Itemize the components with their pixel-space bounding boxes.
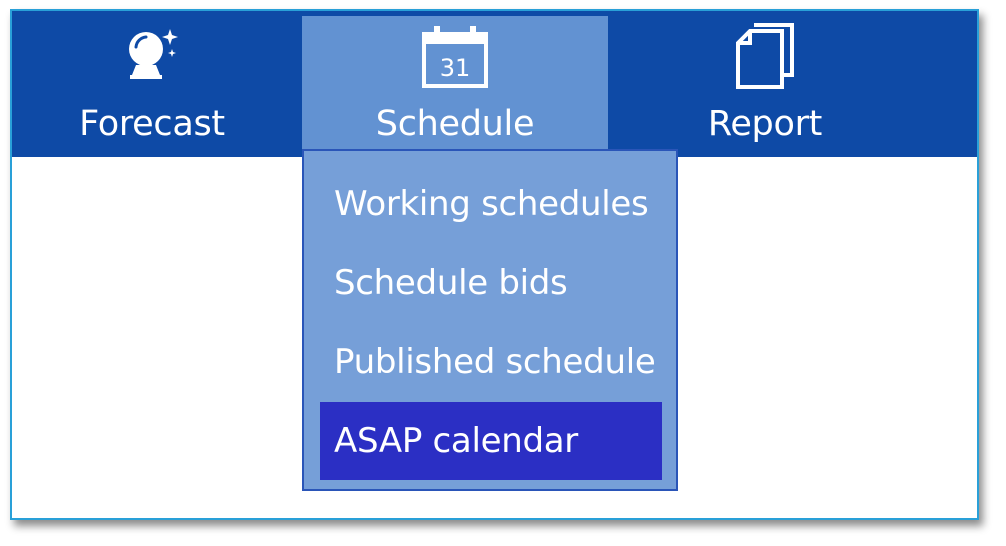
tab-forecast-label: Forecast — [79, 104, 225, 144]
menu-item-published-schedule[interactable]: Published schedule — [320, 323, 662, 401]
tab-report-label: Report — [707, 104, 823, 144]
crystal-ball-icon — [122, 25, 182, 93]
calendar-day: 31 — [440, 54, 471, 82]
tab-forecast[interactable]: Forecast — [32, 11, 272, 157]
calendar-icon: 31 — [420, 24, 490, 94]
menu-item-asap-calendar[interactable]: ASAP calendar — [320, 402, 662, 480]
schedule-dropdown-menu: Working schedules Schedule bids Publishe… — [302, 149, 678, 491]
app-frame: Forecast 31 Schedule Report Working sche… — [10, 9, 979, 520]
menu-item-schedule-bids[interactable]: Schedule bids — [320, 244, 662, 322]
tab-schedule[interactable]: 31 Schedule — [302, 16, 608, 153]
menu-item-working-schedules[interactable]: Working schedules — [320, 165, 662, 243]
documents-icon — [734, 23, 796, 95]
tab-report[interactable]: Report — [632, 11, 898, 157]
tab-schedule-label: Schedule — [375, 104, 535, 144]
top-navbar: Forecast 31 Schedule Report — [12, 11, 977, 157]
